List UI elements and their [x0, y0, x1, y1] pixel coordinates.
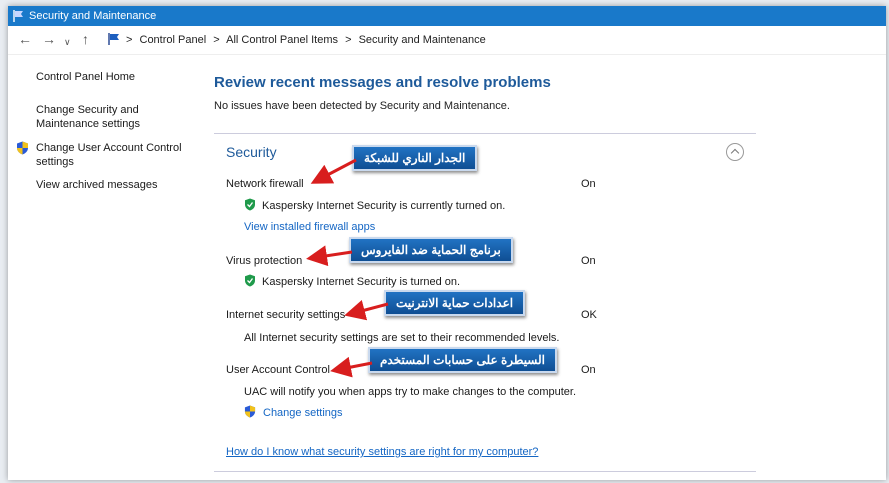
window-title: Security and Maintenance	[29, 10, 157, 22]
sidebar-item-label: Change Security and	[36, 104, 139, 116]
page-title: Review recent messages and resolve probl…	[214, 74, 551, 91]
security-section-title[interactable]: Security	[226, 144, 277, 160]
security-help-link[interactable]: How do I know what security settings are…	[226, 446, 538, 458]
sidebar-item-view-archived-messages[interactable]: View archived messages	[36, 178, 157, 192]
title-bar: Security and Maintenance	[8, 6, 886, 26]
flag-icon	[108, 33, 119, 45]
collapse-chevron-icon[interactable]	[726, 143, 744, 161]
callout-virus-protection: برنامج الحماية ضد الفايروس	[349, 237, 513, 263]
sidebar-item-label: Change User Account Control	[36, 142, 182, 154]
sidebar-item-control-panel-home[interactable]: Control Panel Home	[36, 70, 135, 84]
forward-arrow-icon[interactable]: →	[42, 32, 56, 46]
uac-shield-icon	[244, 405, 256, 418]
network-firewall-status: On	[581, 178, 596, 190]
divider	[214, 133, 756, 134]
breadcrumb: > Control Panel > All Control Panel Item…	[126, 34, 490, 46]
virus-protection-label: Virus protection	[226, 255, 303, 267]
network-firewall-label: Network firewall	[226, 178, 304, 190]
status-message: No issues have been detected by Security…	[214, 100, 510, 112]
change-uac-settings-link[interactable]: Change settings	[263, 407, 343, 419]
sidebar-item-label: Maintenance settings	[36, 118, 140, 130]
breadcrumb-control-panel[interactable]: Control Panel	[140, 34, 207, 46]
sidebar-item-change-security-settings[interactable]: Change Security and Maintenance settings	[36, 103, 140, 131]
recent-dropdown-icon[interactable]: ∨	[64, 35, 71, 49]
virus-protection-detail: Kaspersky Internet Security is turned on…	[262, 276, 461, 288]
green-shield-icon	[245, 274, 255, 287]
internet-security-label: Internet security settings	[226, 309, 346, 321]
breadcrumb-all-items[interactable]: All Control Panel Items	[226, 34, 338, 46]
sidebar-item-label: settings	[36, 156, 74, 168]
main-content: Review recent messages and resolve probl…	[214, 74, 551, 112]
callout-network-firewall: الجدار الناري للشبكة	[352, 145, 478, 171]
callout-internet-security: اعدادات حماية الانترنيت	[384, 290, 526, 316]
internet-security-status: OK	[581, 309, 597, 321]
view-firewall-apps-link[interactable]: View installed firewall apps	[244, 221, 375, 233]
back-arrow-icon[interactable]: ←	[18, 32, 32, 46]
uac-detail: UAC will notify you when apps try to mak…	[244, 386, 576, 398]
flag-icon	[13, 10, 23, 22]
uac-status: On	[581, 364, 596, 376]
firewall-detail: Kaspersky Internet Security is currently…	[262, 200, 506, 212]
address-bar: ← → ∨ ↑ > Control Panel > All Control Pa…	[8, 26, 886, 55]
up-arrow-icon[interactable]: ↑	[82, 32, 89, 46]
breadcrumb-separator: >	[345, 34, 352, 46]
internet-security-detail: All Internet security settings are set t…	[244, 332, 560, 344]
sidebar-item-change-uac-settings[interactable]: Change User Account Control settings	[36, 141, 182, 169]
breadcrumb-security-maintenance[interactable]: Security and Maintenance	[359, 34, 486, 46]
virus-protection-status: On	[581, 255, 596, 267]
callout-user-account-control: السيطرة على حسابات المستخدم	[368, 347, 558, 373]
green-shield-icon	[245, 198, 255, 211]
breadcrumb-separator: >	[213, 34, 220, 46]
divider	[214, 471, 756, 472]
breadcrumb-separator: >	[126, 34, 133, 46]
uac-label: User Account Control	[226, 364, 330, 376]
uac-shield-icon	[17, 141, 28, 155]
